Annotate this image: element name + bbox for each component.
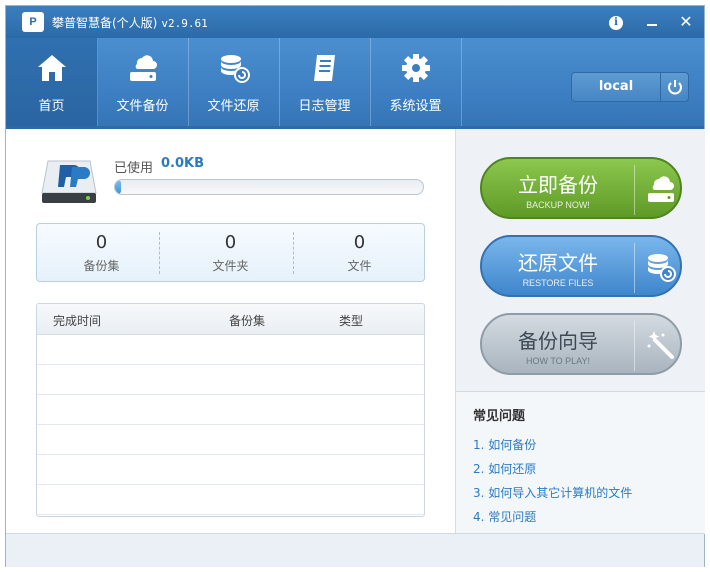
table-header: 完成时间 备份集 类型 xyxy=(37,304,424,335)
stat-value: 0 xyxy=(95,232,108,253)
button-divider xyxy=(634,165,635,215)
table-row[interactable] xyxy=(37,485,424,515)
app-version: v2.9.61 xyxy=(161,17,208,30)
stat-value: 0 xyxy=(353,232,366,253)
used-label: 已使用 xyxy=(114,161,154,176)
hard-disk-icon xyxy=(41,160,97,203)
nav-label-system-settings: 系统设置 xyxy=(389,99,442,114)
backup-wizard-label: 备份向导 xyxy=(518,329,598,353)
backup-now-button[interactable]: 立即备份 BACKUP NOW! xyxy=(480,157,682,219)
faq-section: 常见问题 1. 如何备份 2. 如何还原 3. 如何导入其它计算机的文件 4. … xyxy=(456,391,705,534)
cloud-drive-icon xyxy=(648,176,674,202)
column-header-type[interactable]: 类型 xyxy=(339,312,363,329)
cloud-drive-icon xyxy=(130,55,157,81)
title-bar[interactable]: P 攀普智慧备(个人版) v2.9.61 i ✕ xyxy=(6,6,704,38)
backup-wizard-sublabel: HOW TO PLAY! xyxy=(525,356,590,366)
nav-item-home[interactable]: 首页 xyxy=(6,38,98,126)
nav-label-log-management: 日志管理 xyxy=(298,99,351,114)
nav-item-file-backup[interactable]: 文件备份 xyxy=(97,38,189,126)
faq-link-import-other-computer[interactable]: 3. 如何导入其它计算机的文件 xyxy=(473,484,632,501)
account-box: local xyxy=(571,72,689,102)
app-name: 攀普智慧备(个人版) xyxy=(52,16,158,30)
column-header-backup-set[interactable]: 备份集 xyxy=(229,312,265,329)
faq-link-common-questions[interactable]: 4. 常见问题 xyxy=(473,508,536,525)
stat-backup-sets: 0 备份集 xyxy=(37,224,166,281)
storage-progress-bar xyxy=(114,179,424,195)
stat-label: 文件 xyxy=(347,259,372,273)
home-icon xyxy=(38,55,66,81)
nav-item-log-management[interactable]: 日志管理 xyxy=(279,38,371,126)
backup-now-sublabel: BACKUP NOW! xyxy=(526,200,590,210)
nav-label-file-backup: 文件备份 xyxy=(116,99,169,114)
stat-files: 0 文件 xyxy=(295,224,424,281)
nav-label-home: 首页 xyxy=(38,99,65,114)
restore-files-sublabel: RESTORE FILES xyxy=(522,278,594,288)
storage-progress-fill xyxy=(115,180,122,194)
database-restore-icon xyxy=(221,55,250,83)
faq-link-how-to-backup[interactable]: 1. 如何备份 xyxy=(473,436,536,453)
restore-files-button[interactable]: 还原文件 RESTORE FILES xyxy=(480,235,682,297)
status-bar xyxy=(6,533,704,567)
main-nav: 首页 文件备份 文件还原 日志管理 系统设置 local xyxy=(6,38,704,129)
overview-panel: 已使用 0.0KB 0 备份集 0 文件夹 0 文件 完成时间 备份集 类型 xyxy=(6,129,455,533)
log-document-icon xyxy=(314,55,335,81)
window-title: 攀普智慧备(个人版) v2.9.61 xyxy=(52,14,208,31)
stat-value: 0 xyxy=(224,232,237,253)
backup-now-label: 立即备份 xyxy=(518,173,598,197)
table-row[interactable] xyxy=(37,395,424,425)
column-header-finish-time[interactable]: 完成时间 xyxy=(53,312,101,329)
app-window: P 攀普智慧备(个人版) v2.9.61 i ✕ 首页 文件备份 文件还原 日志… xyxy=(5,5,705,567)
stat-divider xyxy=(159,232,160,274)
minimize-icon xyxy=(647,24,657,26)
table-row[interactable] xyxy=(37,365,424,395)
nav-item-file-restore[interactable]: 文件还原 xyxy=(188,38,280,126)
restore-files-label: 还原文件 xyxy=(518,251,598,275)
stat-divider xyxy=(293,232,294,274)
stats-box: 0 备份集 0 文件夹 0 文件 xyxy=(36,223,425,282)
database-restore-icon xyxy=(648,254,676,282)
power-button[interactable] xyxy=(660,73,689,101)
stat-label: 备份集 xyxy=(83,259,120,273)
button-divider xyxy=(634,321,635,371)
stat-label: 文件夹 xyxy=(212,259,249,273)
minimize-button[interactable] xyxy=(642,12,662,32)
used-value: 0.0KB xyxy=(161,156,205,171)
table-row[interactable] xyxy=(37,335,424,365)
actions-panel: 立即备份 BACKUP NOW! 还原文件 RESTORE FILES 备份向导 xyxy=(455,129,705,534)
power-icon xyxy=(668,80,682,95)
account-label: local xyxy=(598,79,634,94)
nav-item-system-settings[interactable]: 系统设置 xyxy=(370,38,462,126)
gear-icon xyxy=(402,54,430,82)
close-button[interactable]: ✕ xyxy=(676,12,696,32)
info-button[interactable]: i xyxy=(606,12,626,32)
nav-label-file-restore: 文件还原 xyxy=(207,99,260,114)
stat-folders: 0 文件夹 xyxy=(166,224,295,281)
app-logo: P xyxy=(22,12,44,32)
faq-title: 常见问题 xyxy=(473,409,526,424)
backup-history-table: 完成时间 备份集 类型 xyxy=(36,303,425,517)
magic-wand-icon xyxy=(647,331,674,359)
faq-link-how-to-restore[interactable]: 2. 如何还原 xyxy=(473,460,536,477)
table-row[interactable] xyxy=(37,455,424,485)
info-icon: i xyxy=(609,16,623,30)
table-row[interactable] xyxy=(37,425,424,455)
backup-wizard-button[interactable]: 备份向导 HOW TO PLAY! xyxy=(480,313,682,375)
button-divider xyxy=(634,243,635,293)
